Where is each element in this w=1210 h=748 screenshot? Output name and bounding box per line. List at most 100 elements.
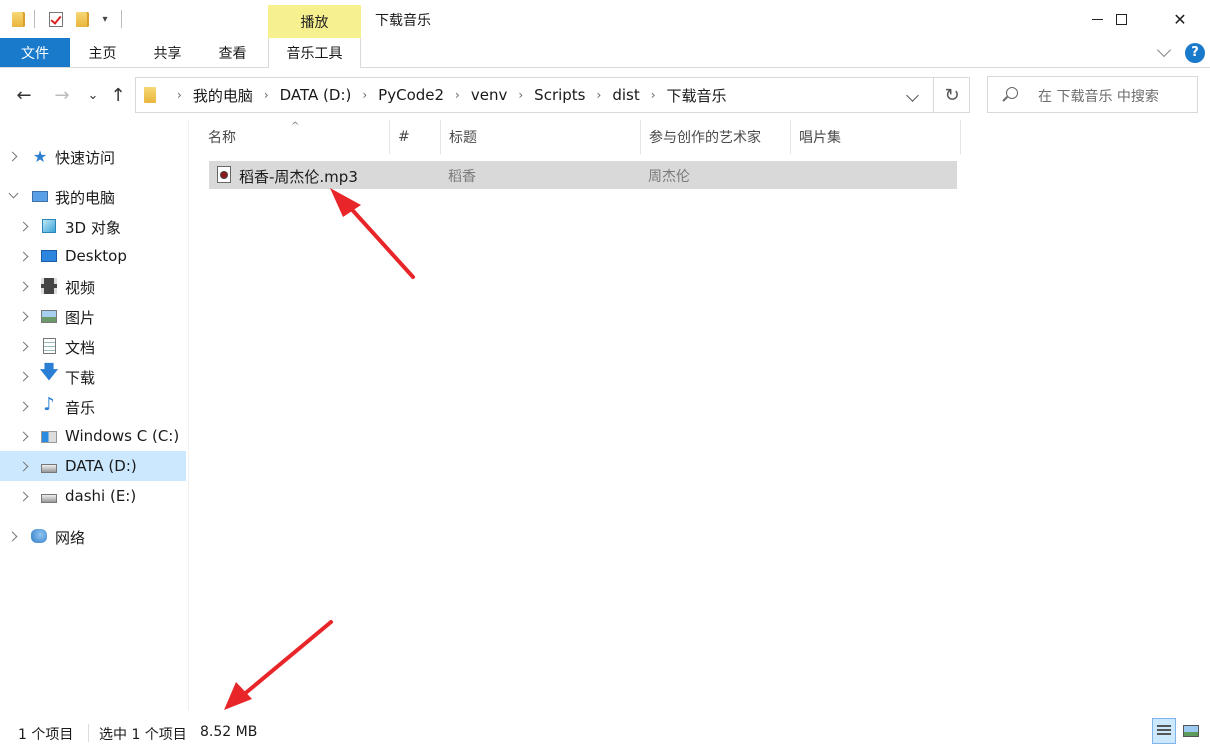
chevron-right-icon[interactable] [18, 461, 29, 472]
chevron-right-icon[interactable] [18, 371, 29, 382]
refresh-button[interactable]: ↻ [933, 78, 970, 112]
maximize-button[interactable] [1098, 0, 1144, 38]
column-header-album[interactable]: 唱片集 [791, 120, 961, 154]
breadcrumb-separator[interactable]: › [264, 88, 269, 102]
sidebar-item-drive-c[interactable]: Windows C (C:) [0, 421, 186, 451]
column-header-label: # [398, 129, 410, 145]
new-folder-icon[interactable] [72, 9, 92, 29]
tab-share[interactable]: 共享 [135, 38, 200, 67]
sidebar-item-drive-e[interactable]: dashi (E:) [0, 481, 186, 511]
address-bar[interactable]: › 我的电脑 › DATA (D:) › PyCode2 › venv › Sc… [135, 77, 970, 113]
chevron-right-icon[interactable] [18, 221, 29, 232]
document-icon [41, 338, 57, 354]
tab-music-tools[interactable]: 音乐工具 [268, 38, 361, 68]
column-header-label: 唱片集 [799, 130, 841, 146]
chevron-right-icon[interactable] [18, 491, 29, 502]
sidebar-item-label: 音乐 [65, 399, 96, 417]
breadcrumb-item[interactable]: DATA (D:) [280, 86, 352, 104]
breadcrumb-item[interactable]: PyCode2 [378, 86, 444, 104]
column-header-number[interactable]: # [390, 120, 441, 154]
drive-icon [41, 460, 57, 476]
expand-ribbon-icon[interactable] [1156, 42, 1172, 58]
file-artist: 周杰伦 [648, 169, 690, 185]
folder-icon[interactable] [8, 9, 28, 29]
sidebar-item-desktop[interactable]: Desktop [0, 241, 186, 271]
ribbon-tabs: 文件 主页 共享 查看 音乐工具 ? [0, 38, 1210, 68]
cube-icon [41, 218, 57, 234]
sidebar-item-network[interactable]: 网络 [0, 521, 186, 551]
sidebar-item-label: 我的电脑 [55, 189, 116, 207]
chevron-right-icon[interactable] [18, 281, 29, 292]
address-history-chevron-icon[interactable] [906, 89, 919, 102]
column-header-title[interactable]: 标题 [441, 120, 641, 154]
file-title: 稻香 [448, 169, 476, 185]
close-button[interactable]: ✕ [1157, 0, 1203, 38]
breadcrumb: › 我的电脑 › DATA (D:) › PyCode2 › venv › Sc… [166, 78, 727, 112]
column-header-artist[interactable]: 参与创作的艺术家 [641, 120, 791, 154]
sidebar-item-music[interactable]: ♪ 音乐 [0, 391, 186, 421]
sidebar-item-this-pc[interactable]: 我的电脑 [0, 181, 186, 211]
music-icon: ♪ [43, 393, 55, 415]
breadcrumb-item[interactable]: 我的电脑 [193, 85, 253, 106]
large-icons-view-button[interactable] [1179, 718, 1203, 744]
chevron-down-icon[interactable] [8, 188, 19, 199]
column-header-label: 参与创作的艺术家 [649, 130, 761, 146]
properties-icon[interactable] [46, 9, 66, 29]
tab-home[interactable]: 主页 [70, 38, 135, 67]
file-name[interactable]: 稻香-周杰伦.mp3 [239, 166, 358, 187]
divider [88, 724, 89, 742]
maximize-icon [1115, 13, 1127, 25]
sidebar-item-drive-d[interactable]: DATA (D:) [0, 451, 186, 481]
status-selected-count: 选中 1 个项目 [99, 727, 187, 743]
breadcrumb-item[interactable]: venv [471, 86, 508, 104]
chevron-right-icon[interactable] [18, 341, 29, 352]
sidebar-item-documents[interactable]: 文档 [0, 331, 186, 361]
forward-button[interactable]: → [48, 80, 76, 110]
network-icon [31, 528, 47, 544]
breadcrumb-item[interactable]: 下载音乐 [667, 85, 727, 106]
recent-locations-button[interactable]: ⌄ [84, 80, 102, 110]
breadcrumb-separator[interactable]: › [518, 88, 523, 102]
context-tab-header: 播放 [268, 5, 361, 38]
search-icon [1006, 87, 1018, 99]
chevron-right-icon[interactable] [7, 531, 18, 542]
table-row[interactable]: 稻香-周杰伦.mp3 稻香 周杰伦 [209, 161, 957, 189]
column-header-name[interactable]: 名称 [200, 120, 390, 154]
sidebar-item-quick-access[interactable]: ★ 快速访问 [0, 141, 186, 171]
tab-file[interactable]: 文件 [0, 38, 70, 67]
film-icon [41, 278, 57, 294]
title-bar: ▾ 播放 下载音乐 ✕ [0, 0, 1210, 38]
back-arrow-icon: ← [16, 84, 32, 106]
sidebar-item-videos[interactable]: 视频 [0, 271, 186, 301]
tab-view[interactable]: 查看 [200, 38, 265, 67]
chevron-right-icon[interactable] [18, 401, 29, 412]
breadcrumb-separator[interactable]: › [455, 88, 460, 102]
back-button[interactable]: ← [10, 80, 38, 110]
sidebar-item-3d-objects[interactable]: 3D 对象 [0, 211, 186, 241]
chevron-right-icon[interactable] [18, 431, 29, 442]
chevron-right-icon[interactable] [7, 151, 18, 162]
chevron-right-icon[interactable] [18, 251, 29, 262]
breadcrumb-separator[interactable]: › [362, 88, 367, 102]
sidebar-item-label: 视频 [65, 279, 96, 297]
divider [34, 10, 35, 28]
help-icon[interactable]: ? [1185, 42, 1205, 63]
windows-drive-icon [41, 429, 57, 445]
sidebar-item-downloads[interactable]: 🡇 下载 [0, 361, 186, 391]
breadcrumb-item[interactable]: dist [612, 86, 639, 104]
chevron-right-icon[interactable] [18, 311, 29, 322]
details-view-button[interactable] [1152, 718, 1176, 744]
column-headers: 名称 # 标题 参与创作的艺术家 唱片集 [200, 120, 962, 154]
divider [121, 10, 122, 28]
search-box[interactable]: 在 下载音乐 中搜索 [987, 76, 1198, 113]
customize-toolbar-icon[interactable]: ▾ [95, 9, 115, 29]
sidebar-item-label: 图片 [65, 309, 96, 327]
pane-divider[interactable] [188, 120, 189, 710]
sidebar-item-pictures[interactable]: 图片 [0, 301, 186, 331]
breadcrumb-separator[interactable]: › [597, 88, 602, 102]
up-button[interactable]: ↑ [106, 80, 130, 110]
download-icon: 🡇 [39, 362, 59, 383]
breadcrumb-separator[interactable]: › [651, 88, 656, 102]
annotation-arrow-file [330, 188, 415, 279]
breadcrumb-item[interactable]: Scripts [534, 86, 585, 104]
